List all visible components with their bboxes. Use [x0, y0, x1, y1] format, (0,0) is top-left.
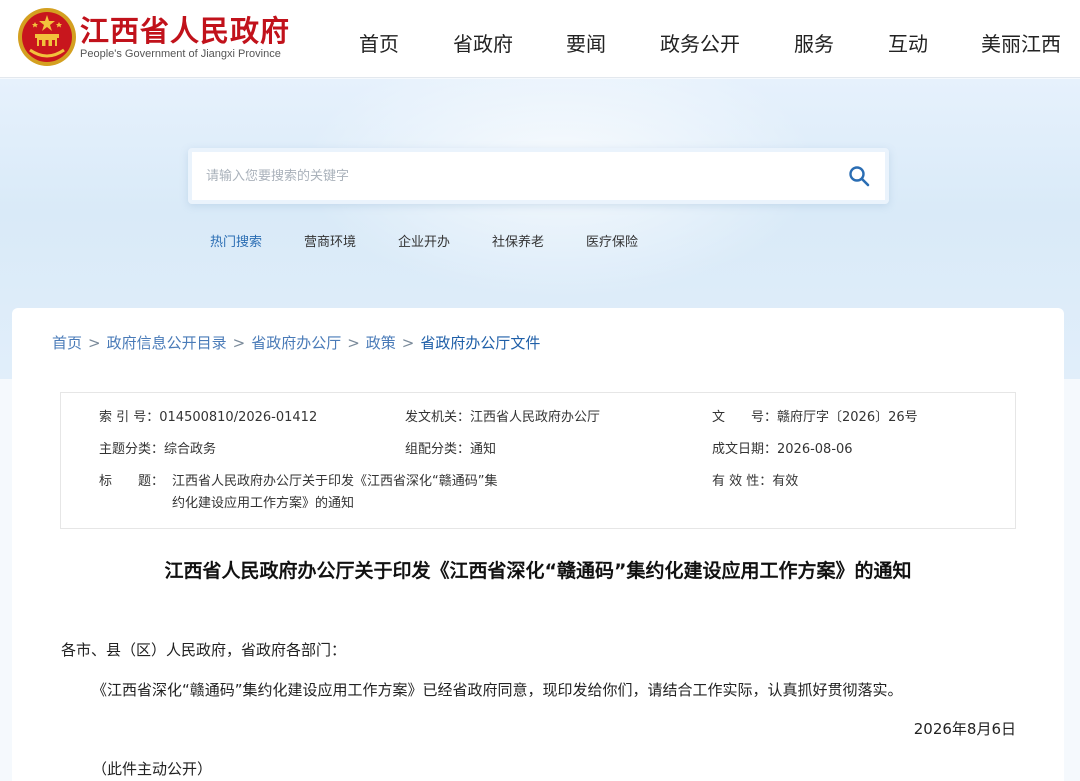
meta-issuer: 发文机关：江西省人民政府办公厅	[405, 407, 600, 429]
search-input[interactable]	[206, 160, 806, 192]
meta-topic-label: 主题分类：	[99, 442, 165, 457]
nav-news[interactable]: 要闻	[566, 28, 606, 57]
breadcrumb-separator: >	[347, 334, 360, 352]
nav-beautiful-jiangxi[interactable]: 美丽江西	[981, 28, 1061, 57]
article-salutation: 各市、县（区）人民政府，省政府各部门：	[61, 641, 347, 659]
meta-title-value-line2: 约化建设应用工作方案》的通知	[172, 496, 355, 511]
meta-date: 成文日期：2026-08-06	[712, 439, 853, 461]
meta-category-value: 通知	[470, 442, 497, 457]
meta-issuer-label: 发文机关：	[405, 410, 471, 425]
meta-topic-value: 综合政务	[164, 442, 217, 457]
breadcrumb-policy[interactable]: 政策	[366, 334, 396, 352]
national-emblem-logo[interactable]	[16, 6, 78, 68]
meta-index: 索 引 号：014500810/2026-01412	[99, 407, 317, 429]
nav-services[interactable]: 服务	[794, 28, 834, 57]
article-date: 2026年8月6日	[913, 720, 1016, 738]
breadcrumb-separator: >	[88, 334, 101, 352]
breadcrumb-home[interactable]: 首页	[52, 334, 82, 352]
hot-search-label: 热门搜索	[210, 235, 263, 250]
meta-docno-label: 文 号：	[712, 410, 778, 425]
meta-index-label: 索 引 号：	[99, 410, 160, 425]
meta-validity: 有 效 性：有效	[712, 471, 798, 493]
breadcrumb-separator: >	[401, 334, 415, 352]
meta-index-value: 014500810/2026-01412	[159, 410, 318, 425]
nav-government-affairs[interactable]: 政务公开	[660, 28, 740, 57]
meta-docno: 文 号：赣府厅字〔2026〕26号	[712, 407, 918, 429]
nav-home[interactable]: 首页	[359, 28, 399, 57]
document-metadata-table: 索 引 号：014500810/2026-01412 发文机关：江西省人民政府办…	[60, 392, 1016, 529]
hot-search-medical-insurance[interactable]: 医疗保险	[586, 231, 638, 250]
content-card: 首页 > 政府信息公开目录 > 省政府办公厅 > 政策 > 省政府办公厅文件 索 引 号：014…	[12, 308, 1064, 781]
meta-category-label: 组配分类：	[405, 442, 471, 457]
meta-validity-value: 有效	[772, 474, 799, 489]
meta-category: 组配分类：通知	[405, 439, 496, 461]
site-header: 江西省人民政府 People's Government of Jiangxi P…	[0, 0, 1080, 78]
site-title[interactable]: 江西省人民政府	[80, 8, 290, 50]
breadcrumb-separator: >	[232, 334, 246, 352]
meta-title-label: 标 题：	[99, 474, 165, 489]
search-box	[188, 148, 889, 204]
meta-validity-label: 有 效 性：	[712, 474, 773, 489]
nav-provincial-government[interactable]: 省政府	[453, 28, 513, 57]
search-icon[interactable]	[847, 164, 871, 188]
meta-issuer-value: 江西省人民政府办公厅	[470, 410, 601, 425]
breadcrumb-info-catalog[interactable]: 政府信息公开目录	[107, 334, 227, 352]
hot-search-social-pension[interactable]: 社保养老	[492, 231, 544, 250]
breadcrumb: 首页 > 政府信息公开目录 > 省政府办公厅 > 政策 > 省政府办公厅文件	[52, 332, 540, 353]
breadcrumb-office-documents[interactable]: 省政府办公厅文件	[420, 334, 540, 352]
site-subtitle: People's Government of Jiangxi Province	[80, 48, 281, 60]
article-body-paragraph: 《江西省深化“赣通码”集约化建设应用工作方案》已经省政府同意，现印发给你们，请结…	[92, 681, 903, 699]
meta-date-label: 成文日期：	[712, 442, 778, 457]
meta-docno-value: 赣府厅字〔2026〕26号	[777, 410, 918, 425]
meta-title-value-line1: 江西省人民政府办公厅关于印发《江西省深化“赣通码”集	[172, 474, 498, 489]
breadcrumb-general-office[interactable]: 省政府办公厅	[251, 334, 341, 352]
hot-search-business-startup[interactable]: 企业开办	[398, 231, 450, 250]
hot-search-business-environment[interactable]: 营商环境	[304, 231, 356, 250]
nav-interaction[interactable]: 互动	[888, 28, 928, 57]
meta-date-value: 2026-08-06	[777, 442, 853, 457]
article-public-note: （此件主动公开）	[92, 760, 213, 778]
article-title: 江西省人民政府办公厅关于印发《江西省深化“赣通码”集约化建设应用工作方案》的通知	[164, 560, 912, 582]
meta-topic: 主题分类：综合政务	[99, 439, 216, 461]
